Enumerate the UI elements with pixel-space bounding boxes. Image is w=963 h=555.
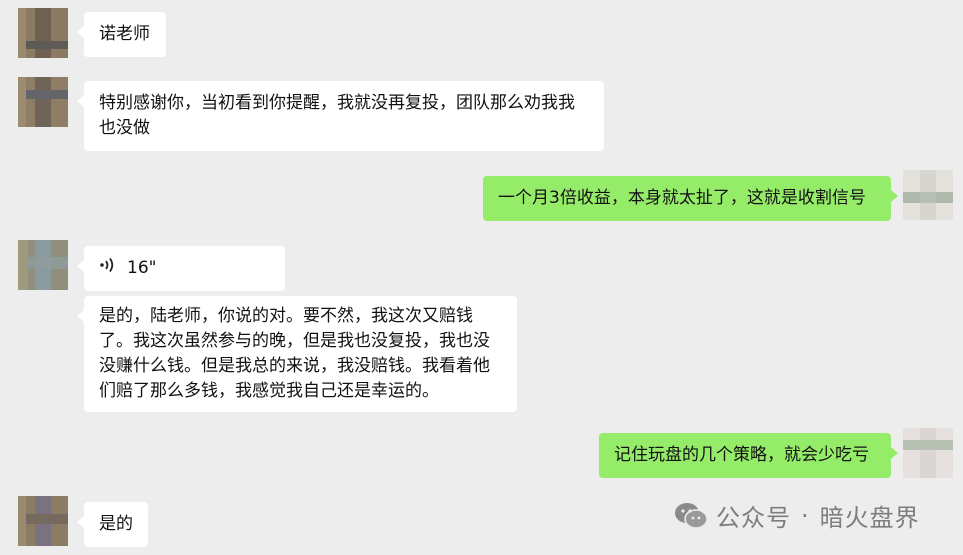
- wechat-icon: [675, 502, 708, 529]
- own-avatar[interactable]: [903, 170, 953, 220]
- sender-avatar[interactable]: [18, 496, 68, 546]
- voice-wave-icon: [99, 256, 117, 282]
- account-watermark: 公众号 · 暗火盘界: [674, 498, 920, 533]
- incoming-message[interactable]: 诺老师: [77, 12, 166, 57]
- sender-avatar[interactable]: [18, 240, 68, 290]
- watermark-prefix: 公众号: [716, 504, 791, 532]
- message-text: 诺老师: [99, 24, 150, 44]
- incoming-message[interactable]: 是的: [77, 502, 148, 547]
- voice-message[interactable]: 16": [77, 246, 285, 291]
- voice-duration: 16": [127, 258, 157, 278]
- message-text: 特别感谢你，当初看到你提醒，我就没再复投，团队那么劝我我也没做: [99, 93, 575, 138]
- message-text: 一个月3倍收益，本身就太扯了，这就是收割信号: [498, 188, 866, 208]
- incoming-message[interactable]: 是的，陆老师，你说的对。要不然，我这次又赔钱了。我这次虽然参与的晚，但是我也没复…: [77, 296, 517, 412]
- watermark-separator: ·: [801, 501, 810, 530]
- own-avatar[interactable]: [903, 428, 953, 478]
- incoming-message[interactable]: 特别感谢你，当初看到你提醒，我就没再复投，团队那么劝我我也没做: [77, 81, 604, 151]
- message-text: 是的: [99, 514, 133, 534]
- message-text: 记住玩盘的几个策略，就会少吃亏: [614, 445, 869, 465]
- outgoing-message[interactable]: 一个月3倍收益，本身就太扯了，这就是收割信号: [483, 176, 898, 221]
- message-text: 是的，陆老师，你说的对。要不然，我这次又赔钱了。我这次虽然参与的晚，但是我也没复…: [99, 306, 490, 401]
- sender-avatar[interactable]: [18, 77, 68, 127]
- sender-avatar[interactable]: [18, 8, 68, 58]
- outgoing-message[interactable]: 记住玩盘的几个策略，就会少吃亏: [599, 433, 898, 478]
- watermark-account: 暗火盘界: [819, 504, 920, 532]
